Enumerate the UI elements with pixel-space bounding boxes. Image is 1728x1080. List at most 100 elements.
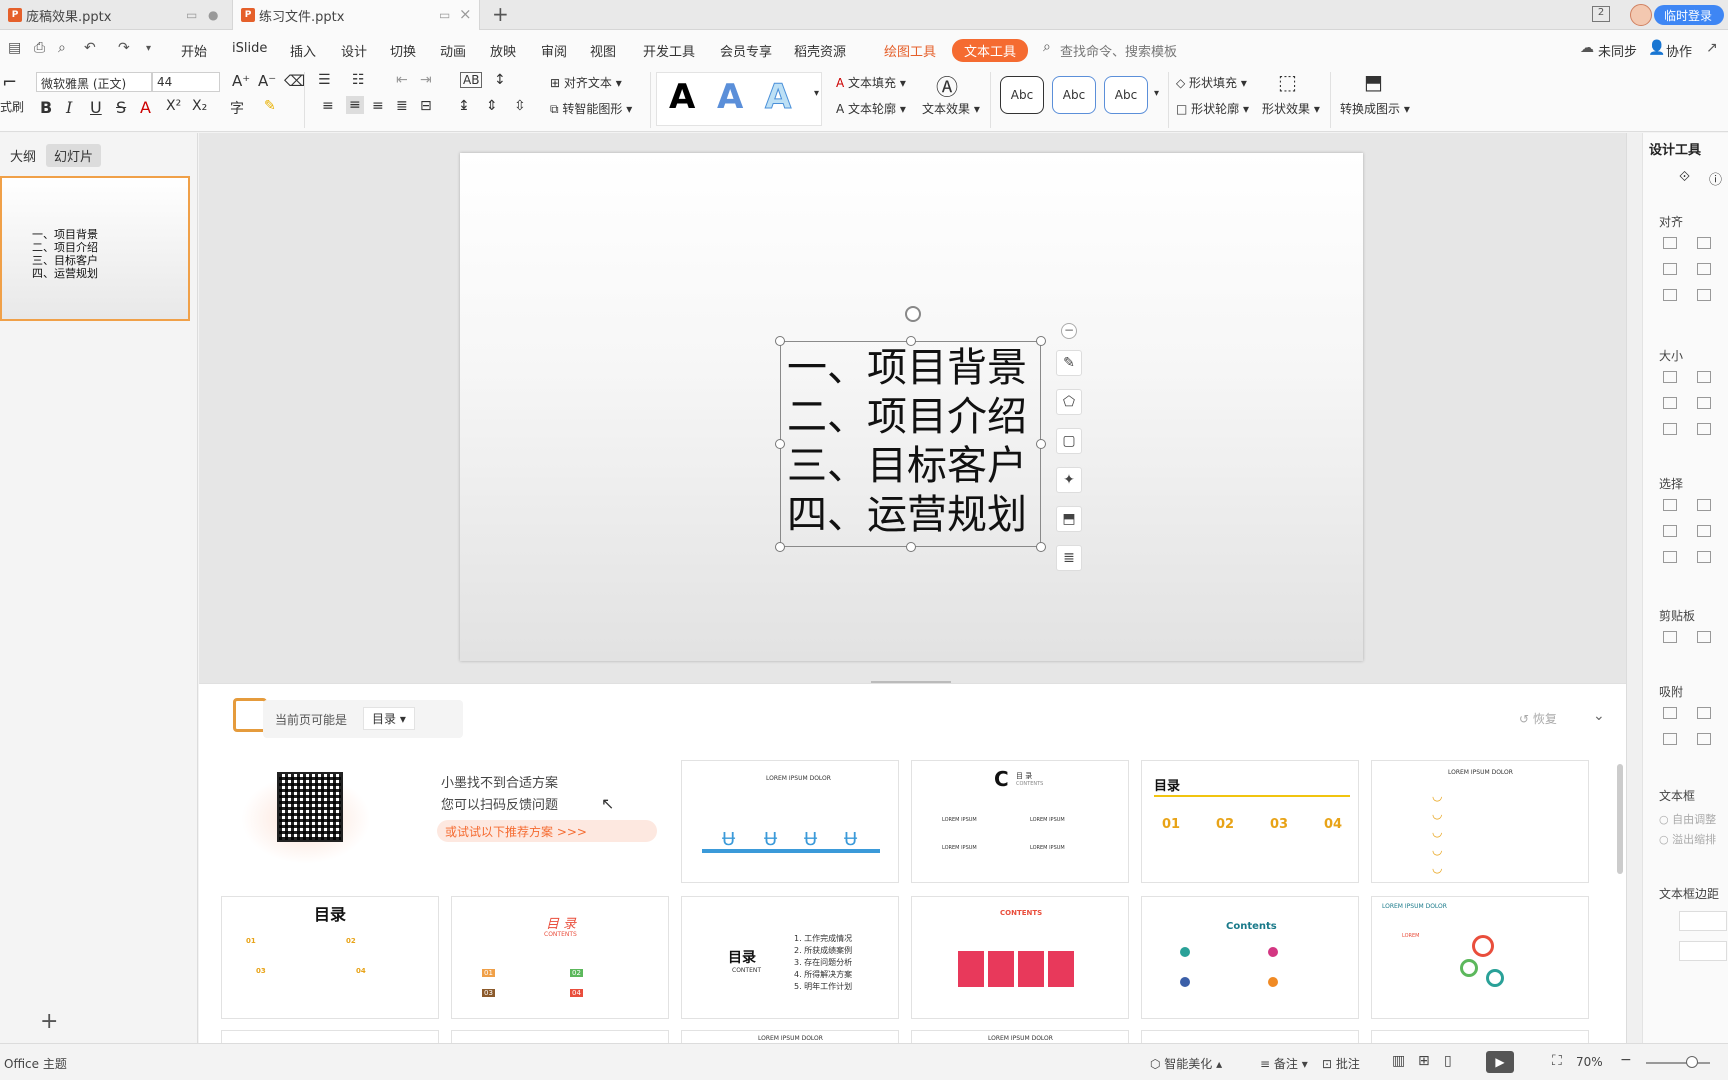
monitor-icon[interactable]: ▭ (439, 8, 450, 22)
zoom-slider-thumb[interactable] (1686, 1056, 1698, 1068)
bring-forward-icon[interactable] (1697, 525, 1711, 537)
window-count-badge[interactable]: 2 (1592, 6, 1610, 22)
highlight-icon[interactable]: ✎ (264, 98, 276, 114)
decrease-font-icon[interactable]: A⁻ (258, 72, 276, 90)
resize-handle-n[interactable] (906, 336, 916, 346)
numbered-list-icon[interactable]: ☷ (352, 72, 365, 88)
text-fill-button[interactable]: A 文本填充 ▾ (836, 74, 906, 91)
new-tab-plus-icon[interactable]: + (492, 2, 509, 26)
column-icon[interactable]: ⇳ (514, 98, 526, 114)
resize-handle-se[interactable] (1036, 542, 1046, 552)
tab-outline[interactable]: 大纲 (2, 144, 44, 167)
align-text-button[interactable]: ⊞ 对齐文本 ▾ (550, 74, 622, 91)
size-left-icon[interactable] (1663, 397, 1677, 409)
paste-icon[interactable] (1697, 631, 1711, 643)
template-card[interactable]: LOREM IPSUM DOLOR LOREM (1371, 896, 1589, 1019)
menu-transition[interactable]: 切换 (390, 41, 416, 60)
file-icon[interactable]: ▤ (8, 40, 21, 56)
shape-effect-button[interactable]: 形状效果 ▾ (1262, 100, 1320, 117)
text-effect-button[interactable]: 文本效果 ▾ (922, 100, 980, 117)
redo-icon[interactable]: ↷ (118, 40, 130, 56)
fill-icon[interactable]: ⬠ (1056, 389, 1082, 415)
pen-icon[interactable]: ✎ (1056, 350, 1082, 376)
template-card[interactable]: Contents (1141, 896, 1359, 1019)
decrease-indent-icon[interactable]: ⇤ (396, 72, 408, 88)
font-family-select[interactable]: 微软雅黑 (正文) (36, 72, 152, 92)
resize-handle-ne[interactable] (1036, 336, 1046, 346)
align-center-icon[interactable] (1697, 237, 1711, 249)
scrollbar[interactable] (1617, 764, 1623, 874)
collab-button[interactable]: 协作 (1666, 41, 1692, 60)
menu-drawing-tools[interactable]: 绘图工具 (884, 41, 936, 60)
template-card[interactable]: 目录 01 02 03 04 (1141, 760, 1359, 883)
slide-thumbnail-1[interactable]: 一、项目背景 二、项目介绍 三、目标客户 四、运营规划 (0, 176, 190, 321)
eraser-icon[interactable]: ⌫ (284, 72, 305, 90)
template-card[interactable]: C 目 录 CONTENTS LOREM IPSUM LOREM IPSUM L… (911, 760, 1129, 883)
overflow-option[interactable]: ○ 溢出缩排 (1659, 831, 1716, 847)
send-backward-icon[interactable] (1697, 551, 1711, 563)
template-card[interactable]: 目录 01 02 03 04 (221, 896, 439, 1019)
collapse-panel-icon[interactable]: ⌄ (1593, 708, 1605, 724)
add-slide-button[interactable]: + (40, 1009, 58, 1034)
dot-icon[interactable]: ● (208, 8, 218, 22)
underline-icon[interactable]: U (90, 98, 102, 117)
menu-dev-tools[interactable]: 开发工具 (643, 41, 695, 60)
qr-code[interactable] (277, 772, 343, 842)
bullet-list-icon[interactable]: ☰ (318, 72, 331, 88)
slide[interactable]: 一、项目背景 二、项目介绍 三、目标客户 四、运营规划 (460, 153, 1363, 661)
shape-style-more-icon[interactable]: ▾ (1154, 88, 1159, 99)
template-card[interactable]: 目 录 CONTENTS 01 02 03 04 (451, 896, 669, 1019)
same-height-icon[interactable] (1697, 371, 1711, 383)
menu-text-tools[interactable]: 文本工具 (952, 39, 1029, 62)
template-card[interactable]: CONTENTS (911, 896, 1129, 1019)
tab-slides[interactable]: 幻灯片 (46, 144, 102, 167)
align-left-icon[interactable] (1663, 237, 1677, 249)
snap-icon[interactable] (1663, 707, 1677, 719)
convert-icon[interactable]: ⬒ (1364, 70, 1383, 94)
distribute-v-icon[interactable] (1697, 289, 1711, 301)
spacing-icon[interactable]: ⇕ (486, 98, 498, 114)
resize-handle-s[interactable] (906, 542, 916, 552)
convert-to-image-button[interactable]: 转换成图示 ▾ (1340, 100, 1410, 117)
line-spacing-icon[interactable]: ↕ (494, 72, 506, 88)
size-right-icon[interactable] (1697, 397, 1711, 409)
text-effect-icon[interactable]: Ⓐ (936, 70, 958, 102)
text-convert-icon[interactable]: ⬒ (1056, 506, 1082, 532)
bulb-icon[interactable]: ✦ (1056, 467, 1082, 493)
align-top-icon[interactable] (1663, 263, 1677, 275)
resize-handle-sw[interactable] (775, 542, 785, 552)
menu-docer[interactable]: 稻壳资源 (794, 41, 846, 60)
subscript-icon[interactable]: X₂ (192, 98, 207, 114)
menu-islide[interactable]: iSlide (232, 41, 267, 56)
text-outline-button[interactable]: A 文本轮廓 ▾ (836, 100, 906, 117)
shape-style-2[interactable]: Abc (1052, 76, 1096, 114)
smart-art-button[interactable]: ⧉ 转智能图形 ▾ (550, 100, 632, 117)
shape-style-3[interactable]: Abc (1104, 76, 1148, 114)
text-style-outline[interactable]: A (764, 77, 791, 118)
margin-left-field[interactable] (1679, 911, 1727, 931)
tab-draft-effect[interactable]: P 庞稿效果.pptx ▭ ● (0, 0, 232, 30)
template-card[interactable]: LOREM IPSUM DOLOR Ʉ Ʉ Ʉ Ʉ (681, 760, 899, 883)
menu-slideshow[interactable]: 放映 (490, 41, 516, 60)
gallery-more-icon[interactable]: ▾ (814, 88, 819, 99)
zoom-level[interactable]: 70% (1576, 1055, 1603, 1069)
undo-icon[interactable]: ↶ (84, 40, 96, 56)
fit-window-icon[interactable]: ⛶ (1552, 1053, 1562, 1069)
menu-home[interactable]: 开始 (181, 41, 207, 60)
tab-practice-file[interactable]: P 练习文件.pptx ▭ × (232, 0, 480, 30)
sync-status[interactable]: 未同步 (1598, 41, 1637, 60)
template-card[interactable]: LOREM IPSUM DOLOR ◡ ◡ ◡ ◡ ◡ (1371, 760, 1589, 883)
share-icon[interactable]: ↗ (1706, 40, 1718, 56)
distribute-h-icon[interactable] (1663, 289, 1677, 301)
temp-login-button[interactable]: 临时登录 (1653, 5, 1724, 25)
increase-font-icon[interactable]: A⁺ (232, 72, 250, 90)
text-layout-icon[interactable]: ≣ (1056, 545, 1082, 571)
snap-icon[interactable] (1697, 707, 1711, 719)
snap-icon[interactable] (1663, 733, 1677, 745)
size-bottom-icon[interactable] (1697, 423, 1711, 435)
size-top-icon[interactable] (1663, 423, 1677, 435)
menu-design[interactable]: 设计 (341, 41, 367, 60)
superscript-icon[interactable]: X² (166, 98, 181, 114)
zoom-slider[interactable] (1646, 1062, 1710, 1064)
align-right-icon[interactable]: ≡ (372, 98, 384, 114)
